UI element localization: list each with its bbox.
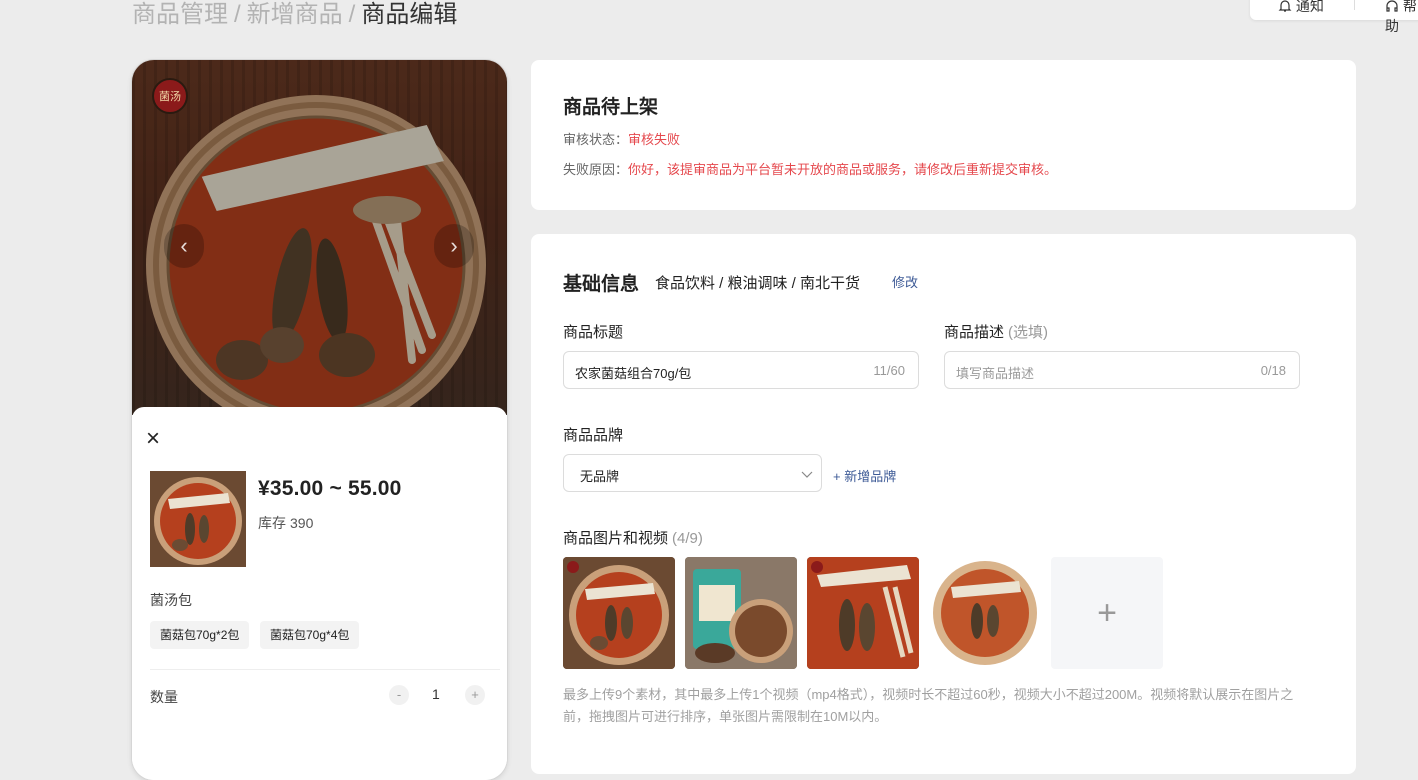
product-title-label: 商品标题: [563, 324, 624, 341]
stock-value: 390: [290, 515, 314, 531]
chevron-right-icon: ›: [450, 233, 458, 258]
bell-icon: [1278, 0, 1292, 12]
quantity-plus-button[interactable]: +: [465, 685, 485, 705]
media-thumbnail-3[interactable]: [807, 557, 919, 669]
media-count: (4/9): [672, 530, 703, 547]
sku-selector-sheet: × ¥35.00 ~ 55.00 库存 390 菌汤包 菌菇包70g*2包 菌菇包…: [132, 407, 507, 780]
chevron-down-icon: [801, 464, 813, 487]
stock-label: 库存: [258, 515, 286, 531]
brand-logo: 菌汤: [152, 78, 188, 114]
media-thumbnail-2[interactable]: [685, 557, 797, 669]
status-title: 商品待上架: [563, 97, 659, 118]
category-path: 食品饮料 / 粮油调味 / 南北干货: [655, 275, 861, 292]
toolbar-divider: [1354, 0, 1355, 10]
product-main-image: 菌汤 ‹ ›: [132, 60, 507, 415]
desc-label-text: 商品描述: [944, 324, 1005, 341]
media-image-2: [685, 557, 797, 669]
product-title-input[interactable]: 农家菌菇组合70g/包 11/60: [563, 351, 919, 389]
section-title: 基础信息: [563, 274, 640, 295]
quantity-label: 数量: [150, 689, 178, 705]
review-status-line: 审核状态：审核失败: [563, 129, 680, 148]
carousel-prev-button[interactable]: ‹: [164, 224, 204, 268]
desc-placeholder: 填写商品描述: [956, 366, 1035, 381]
chevron-left-icon: ‹: [180, 233, 188, 258]
notification-button[interactable]: 通知: [1278, 0, 1324, 16]
quantity-value: 1: [432, 686, 440, 702]
headset-icon: [1386, 0, 1398, 12]
failure-reason-label: 失败原因：: [563, 162, 629, 177]
breadcrumb-item-product-management[interactable]: 商品管理: [132, 1, 228, 28]
failure-reason-line: 失败原因：你好，该提审商品为平台暂未开放的商品或服务，请修改后重新提交审核。: [563, 159, 1057, 178]
spec-option-4-pack[interactable]: 菌菇包70g*4包: [260, 621, 360, 649]
close-icon[interactable]: ×: [146, 427, 160, 451]
mobile-preview: 菌汤 ‹ › × ¥35.00 ~ 55.00 库存 390 菌汤包 菌菇包70g…: [132, 60, 507, 780]
media-label-text: 商品图片和视频: [563, 530, 669, 547]
brand-selected-value: 无品牌: [580, 469, 620, 484]
product-desc-input[interactable]: 填写商品描述 0/18: [944, 351, 1300, 389]
sku-thumbnail: [150, 471, 246, 567]
product-desc-label: 商品描述 (选填): [944, 321, 1048, 342]
upload-media-button[interactable]: +: [1051, 557, 1163, 669]
basic-info-card: 基础信息 食品饮料 / 粮油调味 / 南北干货 修改 商品标题 农家菌菇组合70…: [531, 234, 1356, 774]
brand-select[interactable]: 无品牌: [563, 454, 822, 492]
divider: [150, 669, 500, 670]
media-image-3: [807, 557, 919, 669]
breadcrumb-separator: /: [348, 1, 356, 28]
media-upload-hint: 最多上传9个素材，其中最多上传1个视频（mp4格式），视频时长不超过60秒，视频…: [563, 687, 1294, 724]
product-title-value: 农家菌菇组合70g/包: [575, 366, 692, 381]
carousel-next-button[interactable]: ›: [434, 224, 474, 268]
review-status-value: 审核失败: [628, 132, 681, 147]
review-status-card: 商品待上架 审核状态：审核失败 失败原因：你好，该提审商品为平台暂未开放的商品或…: [531, 60, 1356, 210]
failure-reason-value: 你好，该提审商品为平台暂未开放的商品或服务，请修改后重新提交审核。: [628, 162, 1058, 177]
media-thumbnail-4[interactable]: [929, 557, 1041, 669]
desc-optional-tag: (选填): [1008, 324, 1049, 341]
spec-option-2-pack[interactable]: 菌菇包70g*2包: [150, 621, 250, 649]
breadcrumb: 商品管理 / 新增商品 / 商品编辑: [132, 0, 457, 29]
breadcrumb-current: 商品编辑: [361, 1, 458, 28]
review-status-label: 审核状态：: [563, 132, 629, 147]
spec-group-title: 菌汤包: [150, 592, 192, 608]
media-image-1: [563, 557, 675, 669]
breadcrumb-separator: /: [234, 1, 241, 28]
sku-thumbnail-illustration: [150, 471, 246, 567]
plus-icon: +: [1097, 593, 1117, 632]
brand-label: 商品品牌: [563, 427, 624, 444]
help-button[interactable]: 帮助: [1385, 0, 1418, 36]
add-brand-button[interactable]: + 新增品牌: [833, 466, 896, 485]
media-label: 商品图片和视频 (4/9): [563, 527, 703, 548]
top-toolbar: 通知 帮助: [1250, 0, 1418, 34]
modify-category-link[interactable]: 修改: [892, 272, 918, 291]
title-char-count: 11/60: [873, 363, 905, 378]
notification-label: 通知: [1295, 0, 1324, 14]
quantity-minus-button[interactable]: -: [389, 685, 409, 705]
desc-char-count: 0/18: [1260, 363, 1286, 378]
media-thumbnail-1[interactable]: [563, 557, 675, 669]
stock-info: 库存 390: [258, 513, 313, 533]
breadcrumb-item-new-product[interactable]: 新增商品: [247, 1, 343, 28]
price-range: ¥35.00 ~ 55.00: [258, 477, 402, 500]
media-image-4: [929, 557, 1041, 669]
